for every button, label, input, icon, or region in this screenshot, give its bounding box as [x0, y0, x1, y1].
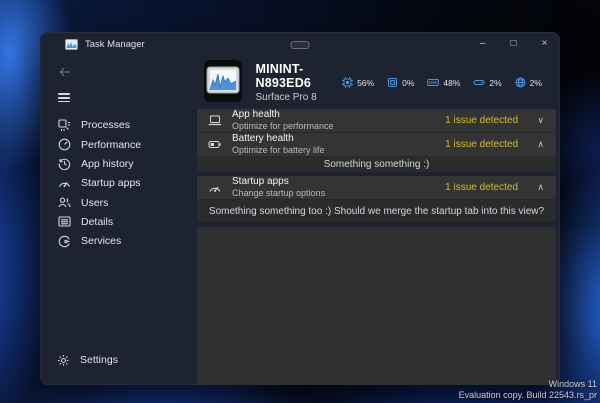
- app-history-icon: [57, 157, 71, 170]
- device-name: MININT-N893ED6: [255, 62, 342, 90]
- drag-handle[interactable]: [291, 41, 310, 49]
- gear-icon: [57, 354, 70, 367]
- sidebar: Processes Performance: [40, 56, 197, 385]
- back-button[interactable]: [40, 60, 197, 84]
- row-title: Startup apps: [232, 177, 325, 188]
- settings-label: Settings: [80, 354, 118, 366]
- sidebar-item-label: Startup apps: [81, 177, 141, 189]
- sidebar-item-processes[interactable]: Processes: [40, 116, 197, 135]
- sidebar-item-startup-apps[interactable]: Startup apps: [40, 174, 197, 193]
- laptop-icon: [206, 115, 223, 126]
- sidebar-item-services[interactable]: Services: [40, 232, 197, 251]
- task-manager-window: Task Manager – □ ×: [40, 32, 560, 385]
- details-icon: [57, 215, 71, 228]
- gpu-stat: 0%: [387, 77, 414, 88]
- row-title: App health: [232, 110, 334, 121]
- battery-health-expanded-content: Something something :): [197, 157, 556, 172]
- device-model: Surface Pro 8: [255, 92, 342, 103]
- performance-icon: [57, 138, 71, 151]
- row-title: Battery health: [232, 134, 325, 145]
- device-header: MININT-N893ED6 Surface Pro 8 56%: [197, 56, 556, 109]
- sidebar-item-label: Services: [81, 235, 121, 247]
- sidebar-item-users[interactable]: Users: [40, 193, 197, 212]
- sidebar-item-performance[interactable]: Performance: [40, 135, 197, 154]
- battery-icon: [206, 139, 223, 150]
- battery-health-row[interactable]: Battery health Optimize for battery life…: [197, 133, 556, 157]
- row-subtitle: Change startup options: [232, 189, 325, 198]
- sidebar-item-label: Processes: [81, 119, 130, 131]
- health-row-list: App health Optimize for performance 1 is…: [197, 109, 556, 385]
- cpu-value: 56%: [357, 78, 374, 88]
- issue-status-badge: 1 issue detected: [445, 115, 518, 126]
- chevron-down-icon[interactable]: ∨: [518, 115, 544, 126]
- sidebar-item-label: Details: [81, 216, 113, 228]
- navigation-menu-button[interactable]: [40, 84, 197, 111]
- cpu-icon: [342, 77, 353, 88]
- sidebar-nav: Processes Performance: [40, 116, 197, 251]
- network-globe-icon: [515, 77, 526, 88]
- users-icon: [57, 196, 71, 209]
- services-icon: [57, 235, 71, 248]
- device-thumbnail: [204, 60, 242, 102]
- memory-stat: 48%: [427, 77, 460, 88]
- battery-health-message: Something something :): [324, 159, 430, 170]
- disk-icon: [473, 77, 485, 88]
- chevron-up-icon[interactable]: ∧: [518, 182, 544, 193]
- processes-icon: [57, 119, 71, 132]
- window-title: Task Manager: [85, 39, 145, 50]
- health-content: MININT-N893ED6 Surface Pro 8 56%: [197, 56, 560, 385]
- chevron-up-icon[interactable]: ∧: [518, 139, 544, 150]
- cpu-stat: 56%: [342, 77, 374, 88]
- gpu-icon: [387, 77, 398, 88]
- issue-status-badge: 1 issue detected: [445, 182, 518, 193]
- sidebar-item-details[interactable]: Details: [40, 212, 197, 231]
- sidebar-item-label: Users: [81, 197, 108, 209]
- close-button[interactable]: ×: [529, 32, 560, 56]
- sidebar-item-label: App history: [81, 158, 134, 170]
- task-manager-monitor-icon: [206, 66, 240, 96]
- row-subtitle: Optimize for battery life: [232, 146, 325, 155]
- sidebar-item-settings[interactable]: Settings: [40, 349, 197, 371]
- startup-gauge-icon: [206, 182, 223, 194]
- network-stat: 2%: [515, 77, 542, 88]
- startup-apps-icon: [57, 177, 71, 190]
- maximize-button[interactable]: □: [498, 32, 529, 56]
- resource-stats: 56% 0%: [342, 77, 556, 88]
- network-value: 2%: [530, 78, 542, 88]
- startup-apps-message: Something something too :) Should we mer…: [209, 206, 544, 217]
- issue-status-badge: 1 issue detected: [445, 139, 518, 150]
- startup-apps-expanded-content: Something something too :) Should we mer…: [197, 200, 556, 222]
- sidebar-item-app-history[interactable]: App history: [40, 154, 197, 173]
- row-subtitle: Optimize for performance: [232, 122, 334, 131]
- watermark-line2: Evaluation copy. Build 22543.rs_pr: [459, 390, 597, 401]
- back-arrow-icon: [58, 67, 72, 77]
- watermark-line1: Windows 11: [459, 379, 597, 390]
- task-manager-app-icon: [65, 39, 78, 50]
- gpu-value: 0%: [402, 78, 414, 88]
- memory-value: 48%: [443, 78, 460, 88]
- disk-value: 2%: [489, 78, 501, 88]
- disk-stat: 2%: [473, 77, 501, 88]
- minimize-button[interactable]: –: [467, 32, 498, 56]
- hamburger-icon: [58, 93, 197, 102]
- app-health-row[interactable]: App health Optimize for performance 1 is…: [197, 109, 556, 133]
- titlebar[interactable]: Task Manager – □ ×: [40, 32, 560, 56]
- startup-apps-row[interactable]: Startup apps Change startup options 1 is…: [197, 176, 556, 200]
- sidebar-item-label: Performance: [81, 139, 141, 151]
- memory-icon: [427, 77, 439, 88]
- empty-content-panel: [197, 227, 556, 385]
- windows-watermark: Windows 11 Evaluation copy. Build 22543.…: [459, 379, 597, 402]
